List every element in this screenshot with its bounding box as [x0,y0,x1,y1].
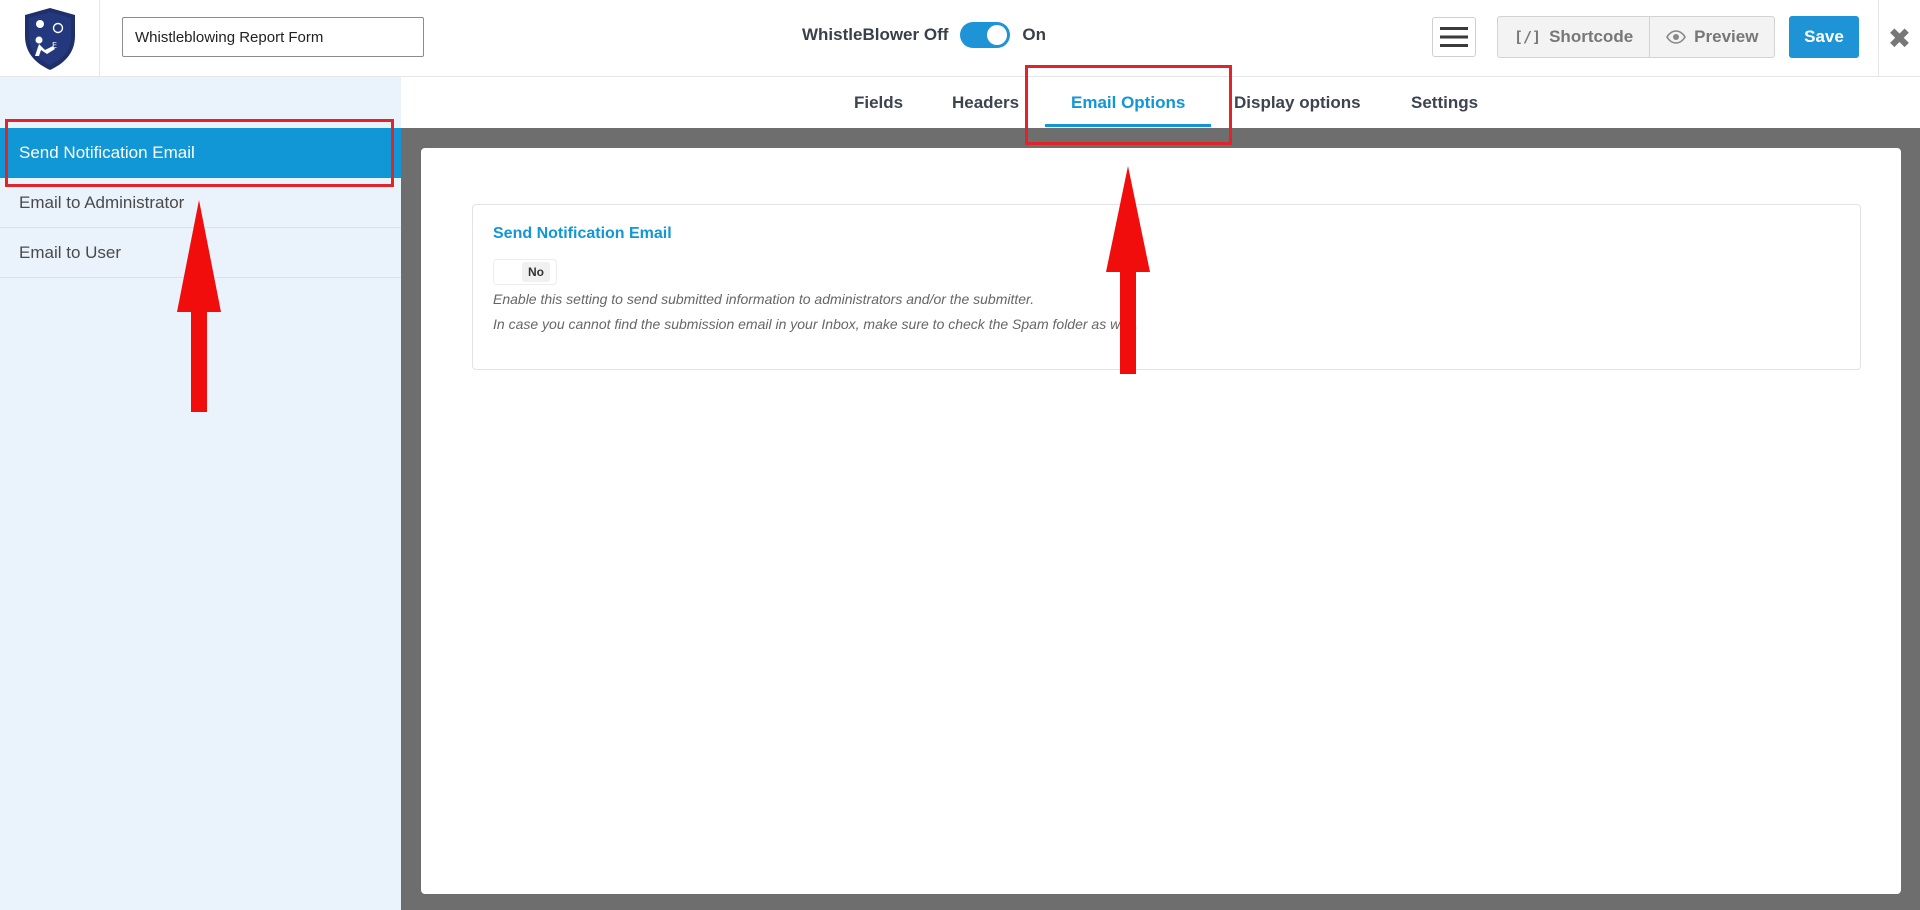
logo[interactable]: E [0,0,100,77]
action-button-group: [/] Shortcode Preview [1497,16,1776,58]
shield-logo-icon: E [24,7,75,70]
annotation-highlight-tab [1025,65,1232,145]
help-text: Enable this setting to send submitted in… [493,291,1035,307]
tab-settings[interactable]: Settings [1411,77,1478,128]
toggle-off-label: WhistleBlower Off [802,25,949,44]
tab-fields[interactable]: Fields [854,77,903,128]
top-bar: E WhistleBlower Off On [/] Shortcode Pre… [0,0,1920,77]
close-icon: ✖ [1887,23,1912,54]
sidebar-item-label: Email to Administrator [19,192,185,212]
eye-icon [1666,30,1687,44]
form-title-input[interactable] [122,17,424,57]
menu-button[interactable] [1432,17,1476,57]
shortcode-icon: [/] [1514,28,1542,46]
arrow-up-icon [1106,166,1150,374]
tab-display-options[interactable]: Display options [1234,77,1361,128]
tab-headers[interactable]: Headers [952,77,1019,128]
toggle-on-label: On [1022,25,1047,44]
arrow-up-icon [177,200,221,412]
toggle-value: No [522,262,550,282]
preview-label: Preview [1694,27,1759,46]
toggle-knob [987,25,1008,45]
send-notification-card: Send Notification Email No Enable this s… [472,204,1861,370]
hamburger-icon [1440,27,1468,47]
preview-button[interactable]: Preview [1649,17,1774,57]
toggle-switch[interactable] [960,22,1011,48]
whistleblower-toggle[interactable]: WhistleBlower Off On [802,22,1046,48]
send-notification-toggle[interactable]: No [493,259,557,285]
sidebar-item-label: Email to User [19,242,122,262]
card-title: Send Notification Email [493,225,672,242]
shortcode-button[interactable]: [/] Shortcode [1498,17,1649,57]
annotation-highlight-sidebar [5,119,394,187]
shortcode-label: Shortcode [1549,27,1634,46]
close-button[interactable]: ✖ [1878,0,1920,77]
save-button[interactable]: Save [1789,16,1859,58]
svg-text:E: E [52,41,57,50]
help-text-spam: In case you cannot find the submission e… [493,316,1139,332]
